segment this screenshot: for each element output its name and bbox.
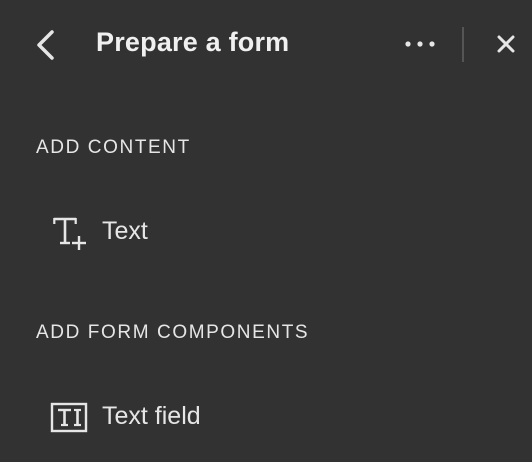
back-button[interactable] — [26, 26, 66, 66]
header-divider — [462, 27, 464, 62]
add-text-icon — [53, 217, 86, 250]
chevron-left-icon — [37, 30, 54, 60]
close-icon — [497, 35, 515, 53]
text-field-icon — [50, 402, 88, 433]
section-heading-add-content: ADD CONTENT — [36, 137, 191, 158]
add-text-tool[interactable]: Text — [38, 203, 338, 259]
add-text-label: Text — [102, 217, 148, 245]
section-heading-add-form-components: ADD FORM COMPONENTS — [36, 322, 310, 343]
close-button[interactable] — [489, 27, 523, 61]
panel-title: Prepare a form — [96, 27, 290, 57]
text-field-tool[interactable]: Text field — [38, 388, 338, 444]
panel-header: Prepare a form — [0, 0, 532, 90]
text-field-label: Text field — [102, 402, 201, 430]
more-horizontal-icon — [405, 41, 435, 47]
more-options-button[interactable] — [398, 28, 442, 60]
